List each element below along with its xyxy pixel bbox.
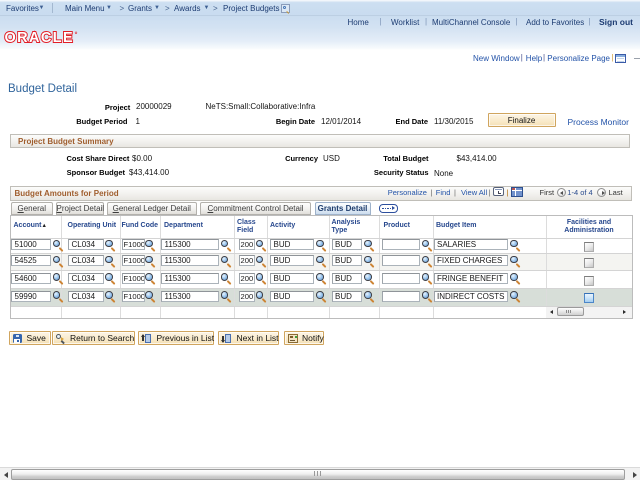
svg-text:ORACLE: ORACLE <box>5 30 75 46</box>
